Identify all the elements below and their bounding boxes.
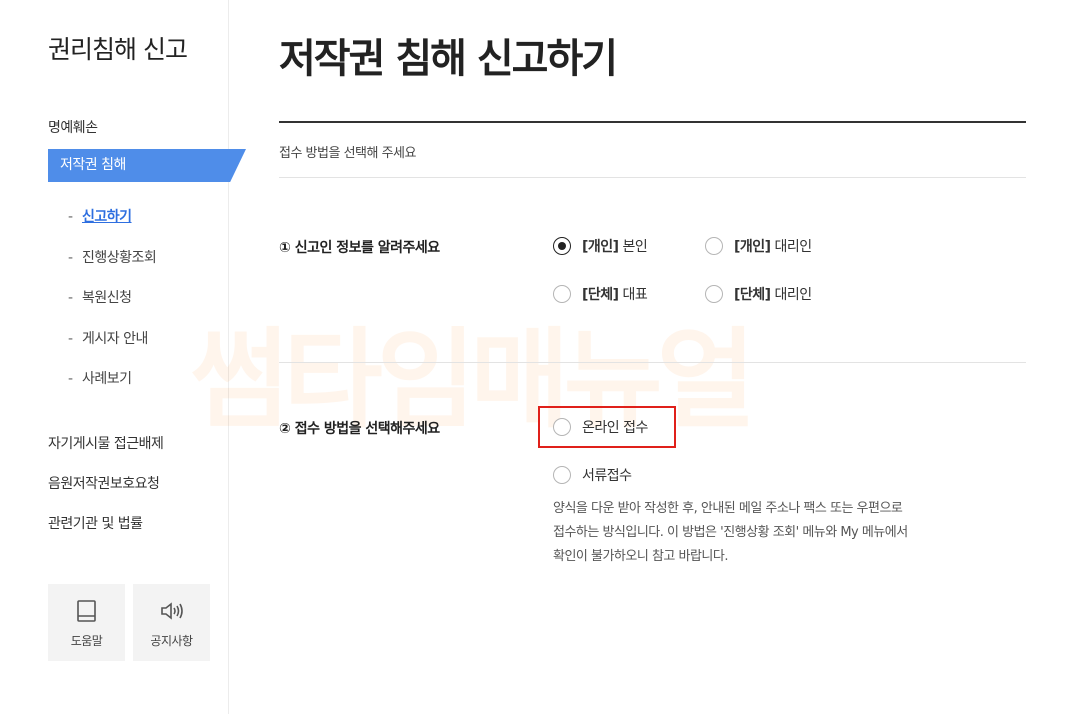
sub-item-label: 복원신청 (82, 290, 132, 306)
sidebar-item-self-exclusion[interactable]: 자기게시물 접근배제 (48, 433, 164, 453)
sub-item-dash: - (68, 250, 73, 266)
sub-item-progress[interactable]: - 진행상황조회 (68, 247, 157, 267)
sub-item-restore[interactable]: - 복원신청 (68, 287, 132, 307)
sub-item-dash: - (68, 209, 73, 225)
radio-individual-self[interactable]: [개인] 본인 (553, 236, 648, 256)
radio-circle (553, 418, 571, 436)
sub-item-report[interactable]: - 신고하기 (68, 206, 132, 226)
sub-item-dash: - (68, 290, 73, 306)
description-line: 접수하는 방식입니다. 이 방법은 '진행상황 조회' 메뉴와 My 메뉴에서 (553, 525, 908, 540)
help-tile-label: 도움말 (70, 634, 103, 648)
radio-label: [개인] 대리인 (734, 239, 812, 255)
radio-circle (553, 466, 571, 484)
sub-item-poster-guide[interactable]: - 게시자 안내 (68, 328, 148, 348)
title-divider (279, 121, 1026, 123)
radio-document-submission[interactable]: 서류접수 (553, 465, 632, 485)
speaker-icon (133, 598, 210, 624)
notice-tile-label: 공지사항 (150, 634, 193, 648)
page-title: 저작권 침해 신고하기 (279, 36, 618, 82)
radio-label: [단체] 대리인 (734, 287, 812, 303)
sidebar-item-music-copyright[interactable]: 음원저작권보호요청 (48, 473, 160, 493)
book-icon (48, 598, 125, 624)
radio-label: 서류접수 (582, 468, 632, 484)
radio-online-submission[interactable]: 온라인 접수 (553, 417, 648, 437)
sub-item-dash: - (68, 331, 73, 347)
instruction-divider (279, 177, 1026, 178)
radio-label: [단체] 대표 (582, 287, 648, 303)
sub-item-label: 사례보기 (82, 371, 132, 387)
sub-item-label: 게시자 안내 (82, 331, 148, 347)
sidebar-item-copyright[interactable]: 저작권 침해 (48, 149, 246, 182)
radio-individual-agent[interactable]: [개인] 대리인 (705, 236, 812, 256)
sub-item-label: 신고하기 (82, 209, 132, 225)
instruction-text: 접수 방법을 선택해 주세요 (279, 146, 416, 161)
sub-item-label: 진행상황조회 (82, 250, 157, 266)
radio-circle (553, 237, 571, 255)
help-tile[interactable]: 도움말 (48, 584, 125, 661)
sidebar-item-laws[interactable]: 관련기관 및 법률 (48, 513, 143, 533)
radio-circle (705, 237, 723, 255)
radio-label: [개인] 본인 (582, 239, 648, 255)
document-submission-description: 양식을 다운 받아 작성한 후, 안내된 메일 주소나 팩스 또는 우편으로 접… (553, 497, 953, 569)
section-divider (279, 362, 1026, 363)
description-line: 양식을 다운 받아 작성한 후, 안내된 메일 주소나 팩스 또는 우편으로 (553, 501, 903, 516)
sub-item-dash: - (68, 371, 73, 387)
sidebar-item-defamation[interactable]: 명예훼손 (48, 117, 98, 137)
sidebar: 권리침해 신고 명예훼손 저작권 침해 - 신고하기 - 진행상황조회 - 복원신청 … (0, 0, 246, 714)
sub-item-cases[interactable]: - 사례보기 (68, 368, 132, 388)
sidebar-title: 권리침해 신고 (48, 35, 188, 64)
question-reporter-info: ① 신고인 정보를 알려주세요 (279, 240, 440, 256)
description-line: 확인이 불가하오니 참고 바랍니다. (553, 549, 728, 564)
radio-group-representative[interactable]: [단체] 대표 (553, 284, 648, 304)
question-submission-method: ② 접수 방법을 선택해주세요 (279, 421, 440, 437)
notice-tile[interactable]: 공지사항 (133, 584, 210, 661)
radio-circle (705, 285, 723, 303)
radio-circle (553, 285, 571, 303)
radio-group-agent[interactable]: [단체] 대리인 (705, 284, 812, 304)
radio-label: 온라인 접수 (582, 420, 648, 436)
